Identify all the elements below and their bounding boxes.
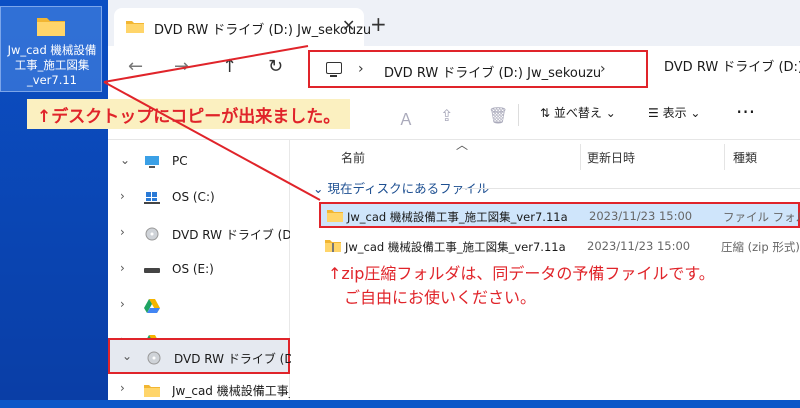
windows-drive-icon (144, 192, 160, 204)
sidebar-item-dvd-d-selected[interactable]: ⌄ DVD RW ドライブ (D:) Jw_ (108, 338, 292, 374)
zip-folder-icon (325, 240, 341, 252)
sidebar-item-pc[interactable]: ⌄ PC (108, 144, 290, 180)
desktop: Jw_cad 機械設備 工事_施工図集 _ver7.11 (0, 0, 110, 400)
desktop-folder-label: Jw_cad 機械設備 工事_施工図集 _ver7.11 (7, 43, 97, 87)
drive-icon (144, 268, 160, 273)
chevron-right-icon[interactable]: › (120, 189, 125, 203)
file-date: 2023/11/23 15:00 (589, 209, 693, 223)
file-date: 2023/11/23 15:00 (587, 239, 691, 253)
file-row-zip[interactable]: Jw_cad 機械設備工事_施工図集_ver7.11a 2023/11/23 1… (319, 234, 800, 260)
zip-annotation-line2: ご自由にお使いください。 (344, 288, 537, 307)
zip-annotation: ↑zip圧縮フォルダは、同データの予備ファイルです。 ご自由にお使いください。 (328, 262, 715, 310)
pc-icon (145, 156, 159, 168)
file-name: Jw_cad 機械設備工事_施工図集_ver7.11a (347, 210, 568, 224)
folder-icon (144, 385, 160, 397)
sidebar-item-os-e[interactable]: › OS (E:) (108, 252, 290, 288)
column-header-type[interactable]: 種類 (733, 149, 757, 166)
zip-annotation-line1: ↑zip圧縮フォルダは、同データの予備ファイルです。 (328, 264, 715, 283)
chevron-right-icon: › (358, 61, 364, 77)
up-icon[interactable]: ↑ (222, 56, 237, 77)
copy-annotation: ↑デスクトップにコピーが出来ました。 (27, 99, 351, 129)
close-tab-icon[interactable]: ✕ (342, 16, 355, 35)
sidebar-item-jwcad-folder[interactable]: › Jw_cad 機械設備工事_ (108, 372, 290, 408)
collapse-header-icon[interactable]: ︿ (456, 136, 468, 153)
new-tab-button[interactable]: + (370, 12, 387, 36)
title-bar: DVD RW ドライブ (D:) Jw_sekouzu ✕ + (108, 0, 800, 46)
desktop-folder-shortcut[interactable]: Jw_cad 機械設備 工事_施工図集 _ver7.11 (0, 6, 102, 92)
chevron-right-icon[interactable]: › (120, 261, 125, 275)
rename-icon[interactable]: Ａ (398, 106, 414, 130)
chevron-down-icon[interactable]: ⌄ (120, 153, 130, 167)
column-header-date[interactable]: 更新日時 (587, 149, 635, 166)
chevron-right-icon[interactable]: › (600, 61, 606, 77)
chevron-down-icon: ⌄ (313, 181, 328, 196)
chevron-right-icon[interactable]: › (120, 225, 125, 239)
share-icon[interactable]: ⇪ (440, 106, 453, 125)
disc-icon (147, 351, 161, 365)
column-divider[interactable] (724, 144, 725, 170)
sort-icon: ⇅ (540, 106, 554, 120)
disc-icon (145, 227, 159, 241)
file-row-folder[interactable]: Jw_cad 機械設備工事_施工図集_ver7.11a 2023/11/23 1… (319, 202, 800, 228)
address-box[interactable]: › DVD RW ドライブ (D:) Jw_sekouzu › (308, 50, 648, 88)
file-explorer-window: DVD RW ドライブ (D:) Jw_sekouzu ✕ + ← → ↑ ↻ … (108, 0, 800, 400)
folder-icon (327, 210, 343, 222)
toolbar-divider (518, 104, 519, 126)
breadcrumb[interactable]: DVD RW ドライブ (D:) Jw_sekouzu (384, 62, 601, 81)
column-header-name[interactable]: 名前 (341, 149, 365, 166)
sort-button[interactable]: ⇅ 並べ替え ⌄ (540, 104, 616, 121)
chevron-right-icon[interactable]: › (120, 381, 125, 395)
file-type: 圧縮 (zip 形式) (721, 240, 800, 254)
search-box-text[interactable]: DVD RW ドライブ (D:) (664, 56, 800, 75)
chevron-down-icon[interactable]: ⌄ (122, 349, 132, 363)
folder-icon (37, 18, 65, 36)
view-button[interactable]: ☰ 表示 ⌄ (648, 104, 700, 121)
pc-icon (326, 62, 342, 77)
chevron-right-icon[interactable]: › (120, 297, 125, 311)
address-bar: ← → ↑ ↻ › DVD RW ドライブ (D:) Jw_sekouzu › … (108, 46, 800, 90)
back-icon[interactable]: ← (128, 56, 143, 77)
explorer-tab[interactable]: DVD RW ドライブ (D:) Jw_sekouzu ✕ (114, 8, 371, 46)
more-options-icon[interactable]: ··· (736, 100, 755, 124)
google-drive-icon (144, 299, 160, 313)
navigation-pane: ⌄ PC › OS (C:) › DVD RW ドライブ (D:) Jw › O… (108, 140, 292, 400)
column-divider[interactable] (580, 144, 581, 170)
folder-icon (126, 21, 144, 33)
file-name: Jw_cad 機械設備工事_施工図集_ver7.11a (345, 240, 566, 254)
refresh-icon[interactable]: ↻ (268, 56, 283, 77)
forward-icon[interactable]: → (174, 56, 189, 77)
file-type: ファイル フォルダー (723, 210, 800, 224)
sidebar-item-google-drive-1[interactable]: › (108, 288, 290, 324)
view-icon: ☰ (648, 106, 663, 120)
group-divider (461, 188, 800, 189)
tab-title: DVD RW ドライブ (D:) Jw_sekouzu (154, 23, 372, 38)
delete-icon[interactable]: 🗑 (488, 106, 508, 125)
sidebar-item-os-c[interactable]: › OS (C:) (108, 180, 290, 216)
sidebar-item-dvd-d[interactable]: › DVD RW ドライブ (D:) Jw (108, 216, 290, 252)
